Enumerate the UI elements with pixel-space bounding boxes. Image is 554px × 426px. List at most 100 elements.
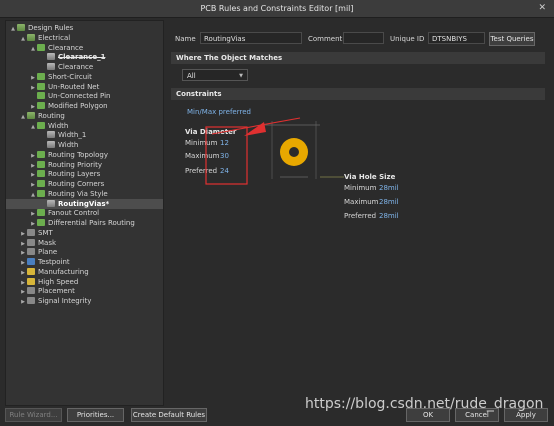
comment-label: Comment: [308, 35, 343, 43]
rule-icon: [27, 297, 35, 304]
chevron-down-icon: ▼: [239, 73, 243, 79]
constraints-header: Constraints: [171, 88, 545, 100]
tree-item[interactable]: ▲ Routing: [6, 111, 163, 121]
rule-icon: [37, 189, 45, 197]
tree-item[interactable]: ▶ Mask: [6, 238, 163, 248]
tree-item[interactable]: ▶ Differential Pairs Routing: [6, 218, 163, 228]
tree-item-label: Width: [48, 121, 69, 130]
tree-item[interactable]: Clearance_1: [6, 52, 163, 62]
tree-item[interactable]: ▶ Fanout Control: [6, 208, 163, 218]
rule-icon: [37, 43, 45, 51]
tree-item[interactable]: ▲ Design Rules: [6, 23, 163, 33]
rule-icon: [27, 33, 35, 41]
collapse-arrow-icon[interactable]: ▶: [19, 297, 27, 307]
via-hole-pref-value[interactable]: 28mil: [379, 212, 399, 220]
tree-item[interactable]: ▲ Width: [6, 121, 163, 131]
tree-item-label: Short-Circuit: [48, 72, 92, 81]
via-hole-pref-label: Preferred: [344, 212, 377, 220]
rule-icon: [47, 141, 55, 148]
tree-item[interactable]: ▶ Short-Circuit: [6, 72, 163, 82]
tree-item[interactable]: ▲ Clearance: [6, 43, 163, 53]
tree-item[interactable]: ▶ Placement: [6, 286, 163, 296]
tree-item[interactable]: Clearance: [6, 62, 163, 72]
tree-item-label: Differential Pairs Routing: [48, 219, 135, 227]
tree-item-label: Routing Topology: [48, 150, 108, 159]
scope-dropdown[interactable]: All ▼: [182, 69, 248, 81]
tree-item-label: Routing: [38, 111, 65, 120]
tree-item-label: Design Rules: [28, 24, 74, 32]
tree-item[interactable]: ▶ SMT: [6, 228, 163, 238]
tree-item-label: Width: [58, 141, 79, 149]
rule-icon: [27, 228, 35, 236]
scope-dropdown-value: All: [187, 72, 196, 80]
scope-header: Where The Object Matches: [171, 52, 545, 64]
rule-editor-panel: Name RoutingVias Comment Unique ID DTSNB…: [168, 27, 548, 405]
rule-icon: [37, 92, 45, 100]
via-hole-size-label: Via Hole Size: [344, 173, 396, 181]
tree-item[interactable]: ▶ Modified Polygon: [6, 101, 163, 111]
tree-item[interactable]: ▶ Routing Layers: [6, 169, 163, 179]
create-default-rules-button[interactable]: Create Default Rules: [131, 408, 207, 422]
rule-icon: [47, 63, 55, 70]
rule-icon: [37, 72, 45, 80]
tree-item-label: Clearance_1: [58, 53, 106, 62]
rule-icon: [37, 219, 45, 226]
via-hole: [289, 147, 299, 157]
tree-item[interactable]: ▶ Routing Topology: [6, 150, 163, 160]
tree-item[interactable]: Width_1: [6, 130, 163, 140]
name-label: Name: [175, 35, 196, 43]
rule-icon: [27, 267, 35, 275]
tree-item-label: Clearance: [58, 63, 94, 71]
tree-item-label: Placement: [38, 287, 75, 296]
tree-item[interactable]: ▶ Testpoint: [6, 257, 163, 267]
tree-item-label: Testpoint: [38, 258, 70, 266]
rule-icon: [27, 258, 35, 265]
rule-icon: [37, 180, 45, 187]
tree-item[interactable]: ▶ High Speed: [6, 277, 163, 287]
test-queries-button[interactable]: Test Queries: [489, 32, 535, 46]
tree-item[interactable]: ▲ Electrical: [6, 33, 163, 43]
comment-field[interactable]: [343, 32, 384, 44]
name-field[interactable]: RoutingVias: [200, 32, 302, 44]
tree-item-label: Manufacturing: [38, 267, 89, 276]
tree-item-label: Plane: [38, 248, 58, 257]
via-hole-min-value[interactable]: 28mil: [379, 184, 399, 192]
tree-item-label: Routing Corners: [48, 180, 105, 188]
close-icon[interactable]: ✕: [538, 3, 546, 13]
rules-tree[interactable]: ▲ Design Rules ▲ Electrical ▲ Clearance Cleara…: [5, 20, 164, 406]
tree-item-label: Clearance: [48, 43, 84, 52]
window-title: PCB Rules and Constraints Editor [mil]: [200, 4, 354, 13]
tree-item[interactable]: Width: [6, 140, 163, 150]
unique-id-label: Unique ID: [390, 35, 425, 43]
min-max-preferred-link[interactable]: Min/Max preferred: [187, 108, 251, 116]
rule-icon: [37, 209, 45, 217]
rule-icon: [37, 170, 45, 178]
tree-item[interactable]: RoutingVias*: [6, 198, 163, 209]
tree-item-label: SMT: [38, 228, 53, 237]
unique-id-field[interactable]: DTSNBIYS: [428, 32, 485, 44]
tree-item[interactable]: ▲ Routing Via Style: [6, 189, 163, 199]
tree-item-label: Width_1: [58, 131, 87, 140]
rule-icon: [37, 102, 45, 109]
tree-item[interactable]: ▶ Signal Integrity: [6, 296, 163, 306]
via-hole-min-label: Minimum: [344, 184, 377, 192]
tree-item-label: Routing Priority: [48, 160, 102, 169]
rule-icon: [27, 238, 35, 246]
tree-item[interactable]: ▶ Routing Priority: [6, 160, 163, 170]
tree-item[interactable]: ▶ Plane: [6, 247, 163, 257]
tree-item[interactable]: ▶ Manufacturing: [6, 267, 163, 277]
tree-item-label: Electrical: [38, 33, 71, 42]
via-hole-max-value[interactable]: 28mil: [379, 198, 399, 206]
rule-icon: [37, 160, 45, 168]
rule-icon: [37, 82, 45, 90]
watermark-text: https://blog.csdn.net/rude_dragon: [305, 396, 544, 412]
rule-icon: [27, 287, 35, 295]
rule-icon: [27, 111, 35, 119]
rule-wizard-button[interactable]: Rule Wizard...: [5, 408, 62, 422]
tree-item[interactable]: Un-Connected Pin: [6, 91, 163, 101]
rule-icon: [17, 24, 25, 31]
priorities-button[interactable]: Priorities...: [67, 408, 124, 422]
tree-item[interactable]: ▶ Routing Corners: [6, 179, 163, 189]
tree-item-label: Mask: [38, 238, 57, 247]
tree-item[interactable]: ▶ Un-Routed Net: [6, 82, 163, 92]
